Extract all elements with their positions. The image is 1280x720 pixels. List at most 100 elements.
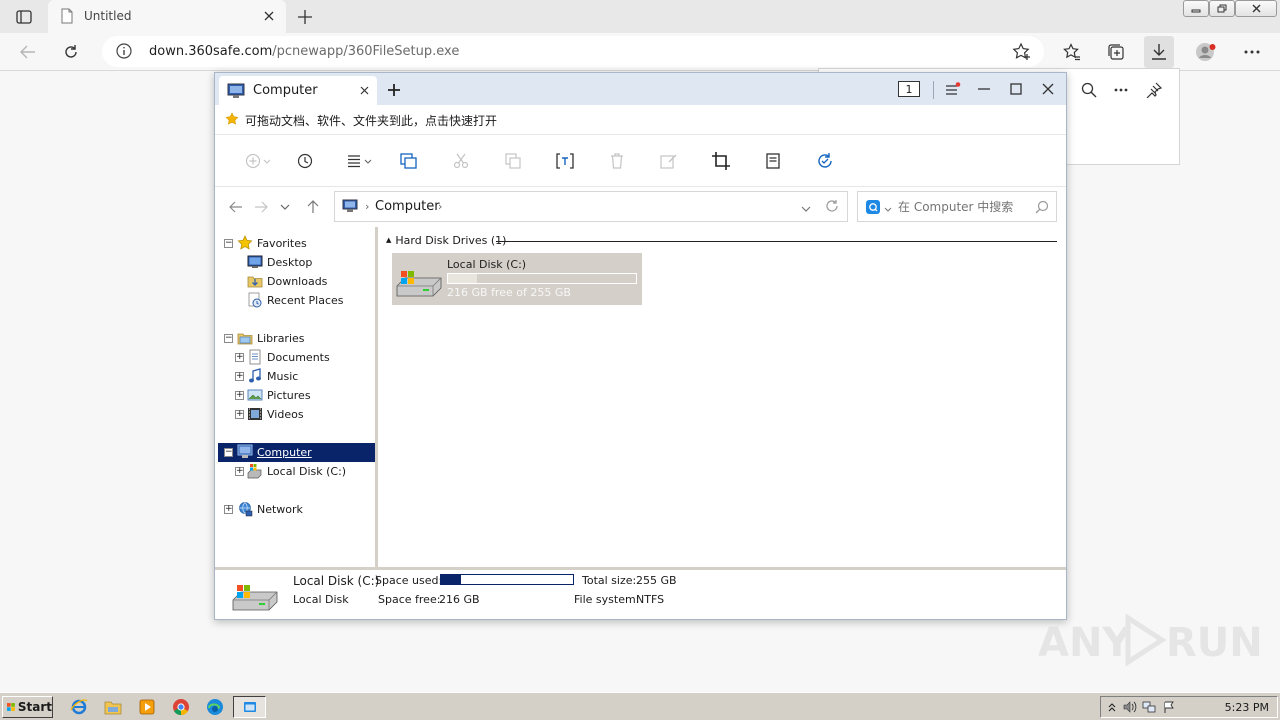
sync-icon[interactable] — [813, 150, 837, 172]
drive-free-text: 216 GB free of 255 GB — [447, 286, 571, 299]
add-favorite-icon[interactable] — [1012, 42, 1032, 65]
expand-toggle[interactable]: + — [224, 505, 233, 514]
nav-item-downloads[interactable]: Downloads — [218, 272, 375, 291]
nav-item-recent-places[interactable]: Recent Places — [218, 291, 375, 310]
nav-label: Computer — [257, 446, 312, 459]
explorer-menu-icon[interactable] — [942, 79, 964, 99]
edit-icon[interactable] — [657, 150, 681, 172]
minimize-window-button[interactable] — [1183, 0, 1209, 17]
taskbar: Start 5:23 PM — [0, 692, 1280, 720]
recent-locations-icon[interactable] — [276, 198, 294, 216]
expand-toggle[interactable]: + — [235, 410, 244, 419]
collapse-group-icon[interactable]: ▲ — [386, 236, 391, 244]
explorer-search-box[interactable] — [857, 191, 1057, 222]
downloads-icon[interactable] — [1144, 36, 1174, 68]
nav-item-desktop[interactable]: Desktop — [218, 253, 375, 272]
expand-toggle[interactable]: + — [235, 467, 244, 476]
crop-icon[interactable] — [709, 150, 733, 172]
play-logo-icon — [1125, 614, 1166, 666]
nav-item-libraries[interactable]: − Libraries — [218, 329, 375, 348]
desktop-icon — [247, 254, 263, 270]
rename-icon[interactable] — [553, 150, 577, 172]
group-header[interactable]: ▲ Hard Disk Drives (1) — [386, 234, 506, 247]
nav-item-pictures[interactable]: + Pictures — [218, 386, 375, 405]
show-hidden-icons-icon[interactable] — [1105, 700, 1119, 714]
nav-item-favorites[interactable]: − Favorites — [218, 234, 375, 253]
tab-actions-icon[interactable] — [10, 6, 38, 28]
explorer-back-icon[interactable] — [227, 198, 245, 216]
titlebar-divider — [933, 81, 934, 99]
profile-avatar[interactable] — [1191, 38, 1221, 66]
breadcrumb-separator-icon[interactable]: › — [365, 200, 369, 213]
explorer-close-button[interactable] — [1037, 79, 1059, 99]
path-dropdown-icon[interactable] — [801, 201, 811, 215]
more-options-icon[interactable] — [1110, 79, 1132, 101]
close-window-button[interactable] — [1235, 0, 1277, 17]
expand-toggle[interactable]: + — [235, 372, 244, 381]
close-explorer-tab-icon[interactable] — [357, 83, 371, 97]
nav-item-videos[interactable]: + Videos — [218, 405, 375, 424]
refresh-button[interactable] — [57, 38, 85, 66]
collapse-toggle[interactable]: − — [224, 334, 233, 343]
restore-window-button[interactable] — [1209, 0, 1235, 17]
file-explorer-icon[interactable] — [104, 698, 122, 716]
pin-icon[interactable] — [1143, 79, 1165, 101]
hard-drive-icon — [247, 463, 263, 479]
search-icon[interactable] — [1078, 79, 1100, 101]
history-icon[interactable] — [293, 150, 317, 172]
nav-item-local-disk[interactable]: + Local Disk (C:) — [218, 462, 375, 481]
path-refresh-icon[interactable] — [825, 199, 839, 216]
drive-usage-bar — [447, 273, 637, 284]
explorer-search-input[interactable] — [898, 198, 1028, 216]
view-mode-icon[interactable] — [344, 150, 376, 172]
nav-item-network[interactable]: + Network — [218, 500, 375, 519]
network-status-icon[interactable] — [1142, 700, 1156, 714]
engine-dropdown-icon[interactable] — [884, 201, 892, 215]
media-player-icon[interactable] — [138, 698, 156, 716]
new-tab-button[interactable] — [294, 6, 316, 28]
back-button[interactable] — [14, 38, 42, 66]
explorer-minimize-button[interactable] — [973, 79, 995, 99]
expand-toggle[interactable]: + — [235, 353, 244, 362]
explorer-path-bar[interactable]: › Computer › — [334, 191, 848, 222]
browser-tab[interactable]: Untitled — [48, 0, 286, 33]
new-item-icon[interactable] — [243, 150, 275, 172]
volume-icon[interactable] — [1123, 700, 1137, 714]
nav-item-music[interactable]: + Music — [218, 367, 375, 386]
explorer-forward-icon[interactable] — [252, 198, 270, 216]
site-info-icon[interactable] — [116, 43, 132, 62]
favorites-icon[interactable] — [1057, 38, 1087, 66]
collapse-toggle[interactable]: − — [224, 448, 233, 457]
action-center-flag-icon[interactable] — [1162, 700, 1176, 714]
taskbar-item-explorer[interactable] — [233, 696, 266, 718]
quick-access-bar[interactable]: 可拖动文档、软件、文件夹到此，点击快速打开 — [215, 105, 1066, 135]
search-engine-icon[interactable] — [866, 200, 880, 214]
internet-explorer-icon[interactable] — [70, 698, 88, 716]
explorer-maximize-button[interactable] — [1005, 79, 1027, 99]
explorer-tab[interactable]: Computer — [219, 76, 377, 105]
address-bar[interactable]: down.360safe.com/pcnewapp/360FileSetup.e… — [102, 36, 1044, 67]
window-count-badge[interactable]: 1 — [898, 81, 920, 97]
chrome-icon[interactable] — [172, 698, 190, 716]
edge-icon[interactable] — [206, 698, 224, 716]
breadcrumb-computer[interactable]: Computer — [375, 199, 440, 214]
close-tab-icon[interactable] — [260, 7, 278, 25]
drive-tile-local-disk[interactable]: Local Disk (C:) 216 GB free of 255 GB — [392, 253, 642, 305]
new-explorer-tab-button[interactable] — [385, 81, 403, 99]
more-menu-icon[interactable] — [1237, 38, 1267, 66]
collapse-toggle[interactable]: − — [224, 239, 233, 248]
start-button[interactable]: Start — [2, 696, 53, 718]
cut-icon[interactable] — [449, 150, 473, 172]
notes-icon[interactable] — [761, 150, 785, 172]
up-level-icon[interactable] — [304, 198, 322, 216]
delete-icon[interactable] — [605, 150, 629, 172]
breadcrumb-separator-icon[interactable]: › — [438, 200, 442, 213]
nav-item-documents[interactable]: + Documents — [218, 348, 375, 367]
collections-icon[interactable] — [1101, 38, 1131, 66]
nav-item-computer[interactable]: − Computer — [218, 443, 375, 462]
expand-toggle[interactable]: + — [235, 391, 244, 400]
copy-path-icon[interactable] — [397, 150, 421, 172]
copy-icon[interactable] — [501, 150, 525, 172]
taskbar-clock[interactable]: 5:23 PM — [1225, 701, 1269, 714]
search-icon[interactable] — [1035, 200, 1049, 217]
